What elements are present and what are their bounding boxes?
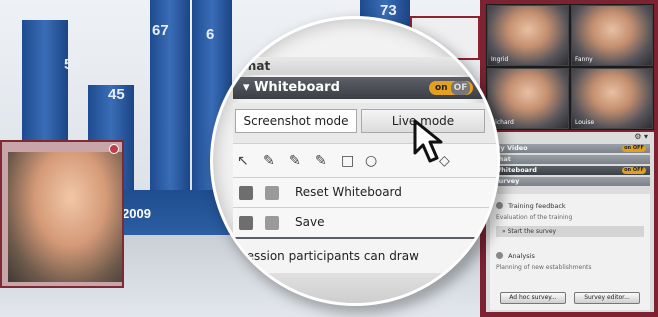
bar-value-label: 45 [108,86,125,103]
reset-alt-icon [265,186,279,200]
whiteboard-header[interactable]: ▾ Whiteboard on OF [233,77,497,99]
save-alt-icon [265,216,279,230]
toggle-on-label: on [624,145,632,151]
chevron-down-icon: ▾ [243,80,255,95]
participants-can-draw-checkbox[interactable]: ✓ [477,249,491,263]
whiteboard-toggle[interactable]: on OFF [622,167,646,174]
toggle-off-label: OFF [632,145,644,151]
gear-icon[interactable]: ⚙ ▾ [634,132,648,141]
participants-can-draw-row[interactable]: Session participants can draw ✓ [233,239,497,273]
survey-title: Analysis [508,252,535,260]
rectangle-tool-icon[interactable]: □ [341,153,354,169]
lens-bottom-area [233,273,497,303]
survey-subtitle: Planning of new establishments [496,264,592,271]
panel-row-my-video[interactable]: My Video on OFF [490,144,650,153]
panel-row-whiteboard[interactable]: Whiteboard on OFF [490,166,650,175]
participant-video-grid: Ingrid Fanny Richard Louise [486,4,654,130]
reset-icon [239,186,253,200]
panel-row-chat[interactable]: Chat [490,155,650,164]
bar-value-label: 73 [380,2,397,19]
bar-value-label: 55 [64,56,81,73]
presenter-video [8,152,122,282]
pointer-tool-icon[interactable]: ↖ [237,153,249,169]
start-survey-label: Start the survey [507,228,557,235]
magnified-panel: Chat ▾ Whiteboard on OF Screenshot mode L… [233,19,497,303]
close-icon[interactable] [109,144,119,154]
mode-selector: Screenshot mode Live mode [233,103,497,143]
reset-whiteboard-row[interactable]: Reset Whiteboard [233,177,497,207]
drawing-toolbar: ↖ ✎ ✎ ✎ □ ○ ◇ [233,143,497,177]
survey-list: Training feedback Evaluation of the trai… [490,194,650,310]
participants-can-draw-label: Session participants can draw [239,249,419,263]
survey-title: Training feedback [508,202,566,210]
save-icon [239,216,253,230]
chart-year-label: 2009 [122,206,151,221]
pen-tool-icon[interactable]: ✎ [263,153,275,169]
presenter-video-window[interactable] [0,140,124,288]
start-survey-button[interactable]: » Start the survey [496,226,644,237]
participant-video[interactable]: Louise [571,68,653,129]
toggle-on-label: on [435,83,448,93]
save-label: Save [295,215,325,229]
survey-icon [496,252,503,259]
participant-name: Fanny [575,56,593,63]
participant-name: Louise [575,119,595,126]
whiteboard-toggle[interactable]: on OF [429,81,473,95]
bar-value-label: 67 [152,22,169,39]
bar-value-label: 6 [206,26,215,43]
circle-tool-icon[interactable]: ○ [365,153,377,169]
mouse-cursor-icon [413,119,443,163]
toggle-off-label: OFF [632,167,644,173]
pen-thick-tool-icon[interactable]: ✎ [315,153,327,169]
panel-row-survey[interactable]: Survey [490,177,650,186]
whiteboard-title: Whiteboard [254,80,340,95]
reset-whiteboard-label: Reset Whiteboard [295,185,402,199]
magnifier-lens: Chat ▾ Whiteboard on OF Screenshot mode L… [210,16,500,306]
screenshot-mode-button[interactable]: Screenshot mode [235,109,357,133]
toggle-on-label: on [624,167,632,173]
save-row[interactable]: Save [233,207,497,237]
toggle-off-label: OF [450,81,471,95]
survey-editor-button[interactable]: Survey editor... [574,292,640,304]
feature-panel: ⚙ ▾ My Video on OFF Chat Whiteboard on O… [486,132,654,312]
survey-item[interactable]: Analysis [496,252,535,260]
pen-medium-tool-icon[interactable]: ✎ [289,153,301,169]
participant-video[interactable]: Ingrid [487,5,569,66]
ad-hoc-survey-button[interactable]: Ad hoc survey... [500,292,566,304]
participant-video[interactable]: Fanny [571,5,653,66]
survey-subtitle: Evaluation of the training [496,214,573,221]
my-video-toggle[interactable]: on OFF [622,145,646,152]
survey-item[interactable]: Training feedback [496,202,566,210]
chat-row[interactable]: Chat [233,57,497,75]
